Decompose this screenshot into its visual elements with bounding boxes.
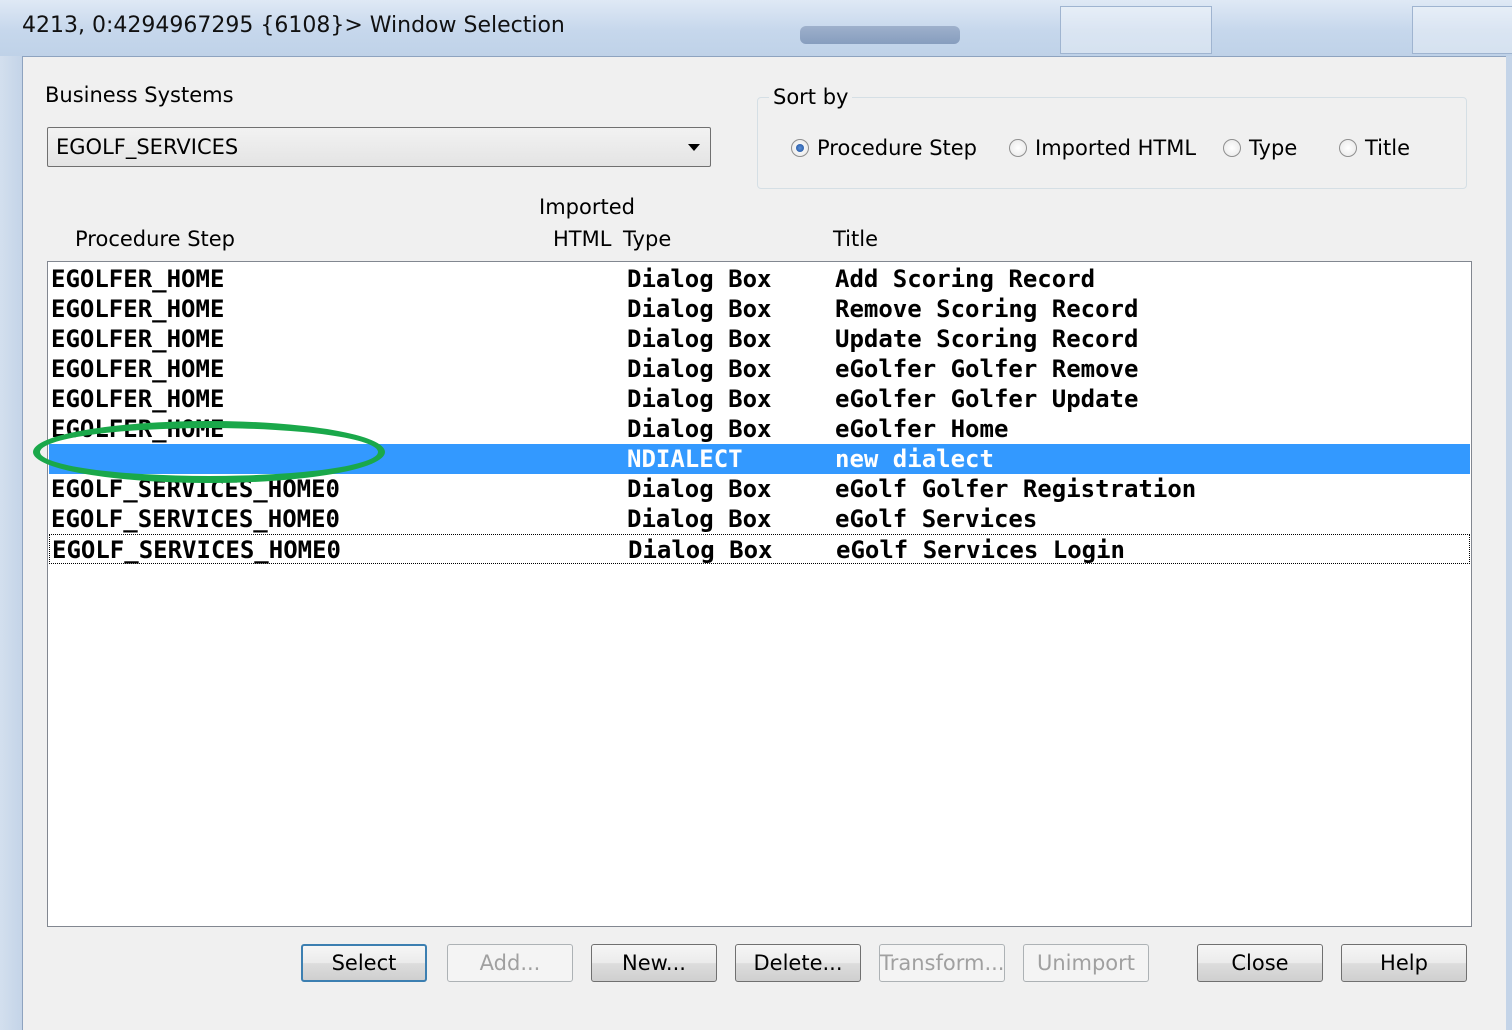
business-systems-value: EGOLF_SERVICES [56,135,239,159]
window-frame-left [0,56,22,1030]
add-button[interactable]: Add... [447,944,573,982]
select-button[interactable]: Select [301,944,427,982]
procedure-step-cell: EGOLFER_HOME [51,385,225,413]
window-list[interactable]: EGOLFER_HOME Dialog Box Add Scoring Reco… [47,261,1472,927]
radio-sort-type[interactable]: Type [1223,135,1297,161]
green-ellipse-annotation [33,421,385,483]
procedure-step-cell: EGOLFER_HOME [51,355,225,383]
background-window-blur [800,26,960,44]
background-window-pane [1412,6,1512,54]
type-cell: Dialog Box [628,536,773,564]
radio-sort-procedure-step[interactable]: Procedure Step [791,135,977,161]
procedure-step-cell: EGOLFER_HOME [51,325,225,353]
column-header-procedure-step: Procedure Step [75,227,236,251]
title-cell: Add Scoring Record [835,265,1096,293]
list-item[interactable]: EGOLFER_HOME Dialog Box eGolfer Golfer R… [49,354,1470,384]
title-cell: Update Scoring Record [835,325,1139,353]
list-item[interactable]: EGOLFER_HOME Dialog Box Update Scoring R… [49,324,1470,354]
type-cell: Dialog Box [627,265,772,293]
type-cell: Dialog Box [627,505,772,533]
procedure-step-cell: EGOLF_SERVICES_HOME0 [52,536,341,564]
help-button[interactable]: Help [1341,944,1467,982]
title-cell: eGolf Golfer Registration [835,475,1197,503]
list-item[interactable]: EGOLFER_HOME Dialog Box Remove Scoring R… [49,294,1470,324]
title-cell: new dialect [835,445,994,473]
column-header-imported: Imported [539,195,635,219]
title-bar[interactable]: 4213, 0:4294967295 {6108}> Window Select… [0,0,1512,56]
business-systems-label: Business Systems [45,83,234,107]
column-header-html: HTML [553,227,612,251]
sort-by-legend: Sort by [769,85,853,109]
radio-unchecked-icon[interactable] [1223,139,1241,157]
list-item[interactable]: EGOLF_SERVICES_HOME0 Dialog Box eGolf Se… [49,504,1470,534]
title-cell: eGolf Services [835,505,1038,533]
radio-label: Procedure Step [817,136,978,160]
radio-label: Imported HTML [1035,136,1197,160]
title-cell: Remove Scoring Record [835,295,1139,323]
window-title: 4213, 0:4294967295 {6108}> Window Select… [22,13,565,38]
list-item-focused[interactable]: EGOLF_SERVICES_HOME0 Dialog Box eGolf Se… [49,534,1470,564]
list-item[interactable]: EGOLFER_HOME Dialog Box Add Scoring Reco… [49,264,1470,294]
transform-button[interactable]: Transform... [879,944,1005,982]
type-cell: Dialog Box [627,415,772,443]
close-button[interactable]: Close [1197,944,1323,982]
title-cell: eGolf Services Login [836,536,1125,564]
new-button[interactable]: New... [591,944,717,982]
procedure-step-cell: EGOLF_SERVICES_HOME0 [51,505,340,533]
title-cell: eGolfer Golfer Remove [835,355,1139,383]
title-cell: eGolfer Golfer Update [835,385,1139,413]
type-cell: Dialog Box [627,325,772,353]
chevron-down-icon[interactable] [688,144,700,151]
dialog-client-area: Business Systems EGOLF_SERVICES Sort by … [22,56,1506,1030]
window-frame-right [1506,56,1512,1030]
radio-unchecked-icon[interactable] [1339,139,1357,157]
business-systems-combo[interactable]: EGOLF_SERVICES [47,127,711,167]
unimport-button[interactable]: Unimport [1023,944,1149,982]
type-cell: NDIALECT [627,445,743,473]
title-cell: eGolfer Home [835,415,1009,443]
radio-label: Title [1365,136,1411,160]
type-cell: Dialog Box [627,295,772,323]
radio-unchecked-icon[interactable] [1009,139,1027,157]
column-header-type: Type [623,227,672,251]
type-cell: Dialog Box [627,385,772,413]
radio-sort-imported-html[interactable]: Imported HTML [1009,135,1196,161]
radio-checked-icon[interactable] [791,139,809,157]
type-cell: Dialog Box [627,355,772,383]
procedure-step-cell: EGOLFER_HOME [51,265,225,293]
radio-label: Type [1249,136,1298,160]
column-header-title: Title [833,227,879,251]
type-cell: Dialog Box [627,475,772,503]
procedure-step-cell: EGOLFER_HOME [51,295,225,323]
radio-sort-title[interactable]: Title [1339,135,1410,161]
list-item[interactable]: EGOLFER_HOME Dialog Box eGolfer Golfer U… [49,384,1470,414]
background-window-pane [1060,6,1212,54]
delete-button[interactable]: Delete... [735,944,861,982]
